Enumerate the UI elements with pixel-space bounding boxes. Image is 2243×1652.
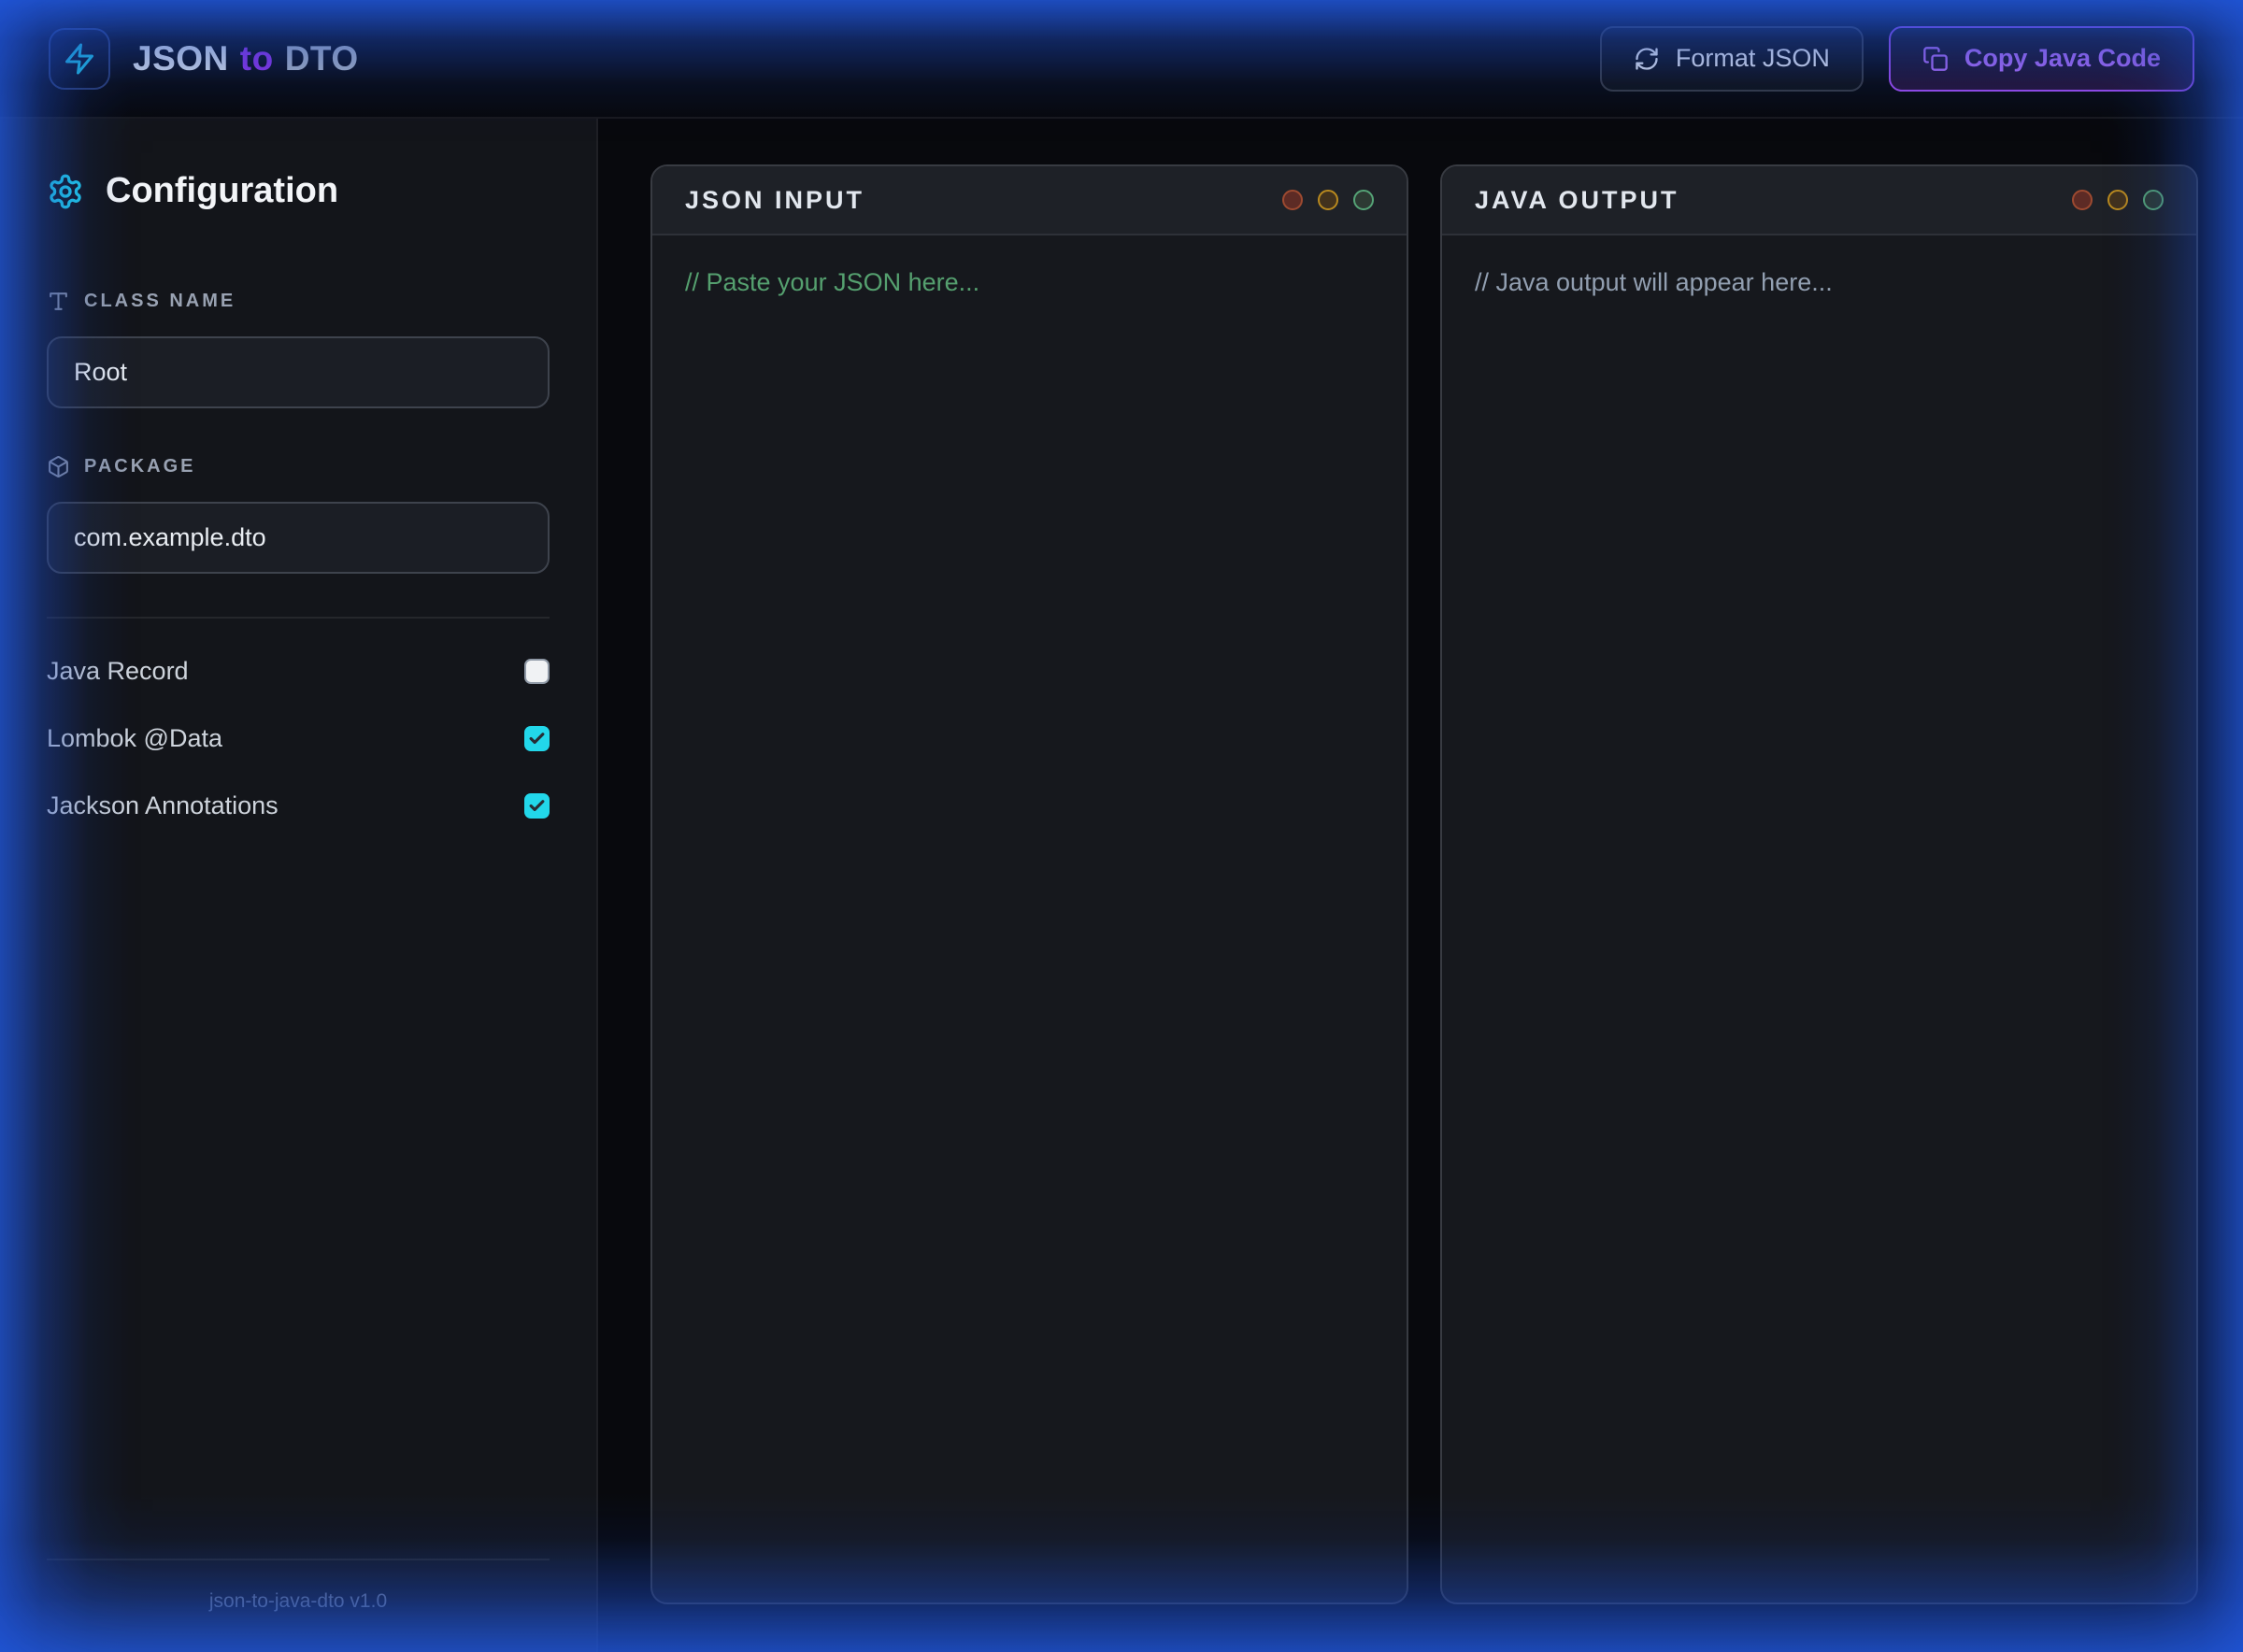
jackson-annotations-label: Jackson Annotations — [47, 791, 279, 820]
title-dto: DTO — [285, 39, 359, 78]
class-name-label: CLASS NAME — [47, 290, 550, 313]
main-content: JSON INPUT JAVA OUTPUT // Java output wi… — [598, 119, 2243, 1652]
json-input-panel: JSON INPUT — [650, 164, 1408, 1604]
configuration-heading: Configuration — [47, 171, 550, 211]
gear-icon — [47, 173, 84, 210]
yellow-dot-icon — [1318, 190, 1338, 210]
red-dot-icon — [2072, 190, 2093, 210]
window-dots — [1282, 190, 1374, 210]
option-java-record: Java Record — [47, 637, 550, 705]
json-input-textarea[interactable] — [685, 265, 1374, 1573]
copy-java-code-button[interactable]: Copy Java Code — [1889, 26, 2194, 92]
sidebar-footer: json-to-java-dto v1.0 — [47, 1559, 550, 1613]
sidebar-divider-bottom — [47, 1559, 550, 1560]
json-input-panel-header: JSON INPUT — [652, 166, 1407, 235]
page-title: JSON to DTO — [133, 39, 359, 78]
title-to: to — [240, 39, 274, 78]
package-label: PACKAGE — [47, 455, 550, 478]
green-dot-icon — [2143, 190, 2164, 210]
title-json: JSON — [133, 39, 229, 78]
configuration-heading-label: Configuration — [106, 171, 338, 211]
green-dot-icon — [1353, 190, 1374, 210]
option-jackson-annotations: Jackson Annotations — [47, 772, 550, 839]
red-dot-icon — [1282, 190, 1303, 210]
zap-icon — [63, 42, 96, 76]
package-label-text: PACKAGE — [84, 456, 196, 477]
copy-icon — [1922, 46, 1949, 72]
java-output-body: // Java output will appear here... — [1442, 235, 2196, 1602]
format-json-button[interactable]: Format JSON — [1600, 26, 1864, 92]
options-list: Java Record Lombok @Data Jackson Annotat… — [47, 637, 550, 839]
yellow-dot-icon — [2107, 190, 2128, 210]
json-input-title: JSON INPUT — [685, 186, 864, 215]
option-lombok-data: Lombok @Data — [47, 705, 550, 772]
refresh-icon — [1634, 46, 1660, 72]
configuration-sidebar: Configuration CLASS NAME PACKAGE Java Re… — [0, 119, 598, 1652]
type-icon — [47, 290, 70, 313]
check-icon — [528, 797, 546, 815]
jackson-annotations-checkbox[interactable] — [524, 793, 550, 819]
sidebar-divider-top — [47, 617, 550, 619]
java-output-panel-header: JAVA OUTPUT — [1442, 166, 2196, 235]
java-output-placeholder: // Java output will appear here... — [1475, 265, 2164, 301]
java-record-checkbox[interactable] — [524, 659, 550, 684]
check-icon — [528, 730, 546, 748]
java-record-label: Java Record — [47, 657, 189, 686]
package-icon — [47, 455, 70, 478]
topbar: JSON to DTO Format JSON Copy Java Code — [0, 0, 2243, 119]
class-name-input[interactable] — [47, 336, 550, 408]
java-output-title: JAVA OUTPUT — [1475, 186, 1679, 215]
java-output-panel: JAVA OUTPUT // Java output will appear h… — [1440, 164, 2198, 1604]
lombok-data-checkbox[interactable] — [524, 726, 550, 751]
json-input-body — [652, 235, 1407, 1602]
lombok-data-label: Lombok @Data — [47, 724, 222, 753]
copy-java-code-label: Copy Java Code — [1964, 44, 2161, 73]
package-input[interactable] — [47, 502, 550, 574]
class-name-label-text: CLASS NAME — [84, 291, 236, 312]
version-text: json-to-java-dto v1.0 — [47, 1590, 550, 1613]
window-dots — [2072, 190, 2164, 210]
app-logo — [49, 28, 110, 90]
topbar-actions: Format JSON Copy Java Code — [1600, 26, 2194, 92]
format-json-label: Format JSON — [1676, 44, 1830, 73]
